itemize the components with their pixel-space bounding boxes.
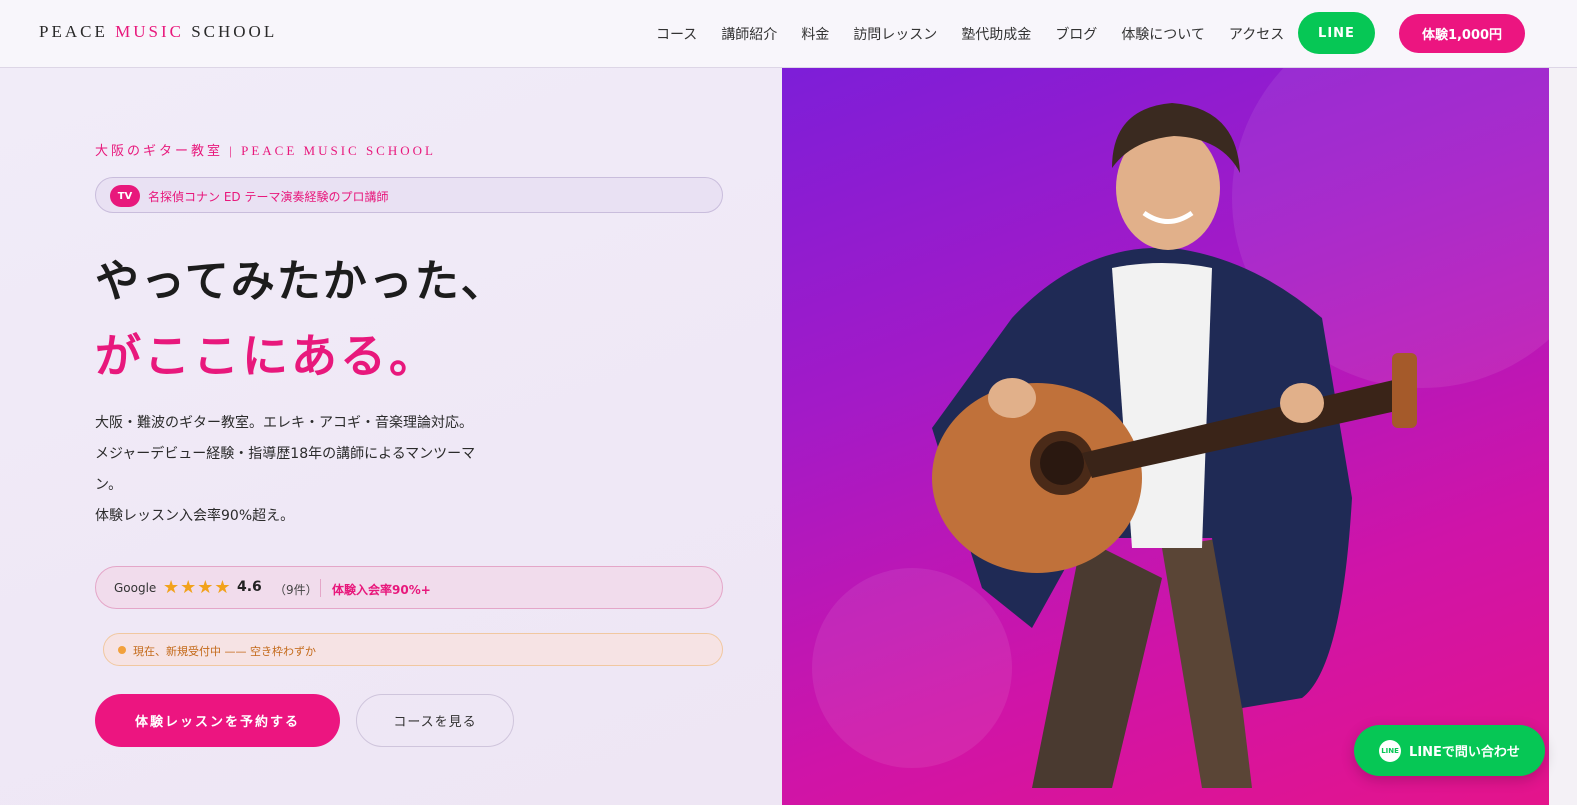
tv-feature-text: 名探偵コナン ED テーマ演奏経験のプロ講師	[148, 190, 389, 204]
description-line: ン。	[95, 477, 123, 493]
hero-eyebrow: 大阪のギター教室 | PEACE MUSIC SCHOOL	[95, 143, 436, 158]
site-logo[interactable]: PEACE MUSIC SCHOOL	[39, 22, 277, 42]
main-nav: コース 講師紹介 料金 訪問レッスン 塾代助成金 ブログ 体験について アクセス	[656, 24, 1284, 44]
rating-score: 4.6	[237, 579, 262, 595]
hero-photo	[782, 68, 1549, 805]
nav-item-blog[interactable]: ブログ	[1055, 24, 1097, 44]
tv-feature-badge: TV 名探偵コナン ED テーマ演奏経験のプロ講師	[95, 177, 723, 213]
rating-source: Google	[114, 581, 157, 595]
rating-divider	[320, 579, 321, 597]
review-count: （9件）	[274, 583, 318, 597]
description-line: 大阪・難波のギター教室。エレキ・アコギ・音楽理論対応。	[95, 415, 473, 431]
site-header: PEACE MUSIC SCHOOL コース 講師紹介 料金 訪問レッスン 塾代…	[0, 0, 1577, 68]
nav-item-access[interactable]: アクセス	[1229, 24, 1284, 44]
view-courses-button[interactable]: コースを見る	[356, 694, 514, 747]
line-contact-label: LINEで問い合わせ	[1409, 745, 1520, 760]
logo-text-peace: PEACE	[39, 22, 116, 41]
logo-text-school: SCHOOL	[183, 22, 278, 41]
hero-description: 大阪・難波のギター教室。エレキ・アコギ・音楽理論対応。 メジャーデビュー経験・指…	[95, 408, 485, 532]
availability-notice: 現在、新規受付中 —— 空き枠わずか	[103, 633, 723, 666]
nav-item-course[interactable]: コース	[656, 24, 697, 44]
line-button[interactable]: LINE	[1298, 12, 1375, 54]
trial-button[interactable]: 体験1,000円	[1399, 14, 1525, 53]
availability-text: 現在、新規受付中 —— 空き枠わずか	[133, 645, 316, 658]
nav-item-trial-info[interactable]: 体験について	[1121, 24, 1205, 44]
status-dot-icon	[118, 646, 126, 654]
page-right-gutter	[1549, 68, 1577, 805]
description-line: 体験レッスン入会率90%超え。	[95, 508, 295, 524]
join-rate-text: 体験入会率90%+	[332, 583, 431, 597]
hero-headline-line1: やってみたかった、	[95, 256, 507, 307]
logo-text-music: MUSIC	[115, 22, 184, 41]
nav-item-pricing[interactable]: 料金	[801, 24, 829, 44]
star-icon: ★★★★	[163, 577, 232, 598]
nav-item-instructors[interactable]: 講師紹介	[721, 24, 777, 44]
book-trial-button[interactable]: 体験レッスンを予約する	[95, 694, 340, 747]
line-icon: LINE	[1379, 739, 1402, 762]
description-line: メジャーデビュー経験・指導歴18年の講師によるマンツーマ	[95, 446, 476, 462]
guitar-instructor-photo	[932, 103, 1417, 788]
tv-icon: TV	[110, 185, 140, 207]
hero-headline-line2: がここにある。	[95, 329, 438, 383]
nav-item-subsidy[interactable]: 塾代助成金	[961, 24, 1031, 44]
line-contact-button[interactable]: LINE LINEで問い合わせ	[1354, 725, 1545, 776]
nav-item-home-lesson[interactable]: 訪問レッスン	[853, 24, 937, 44]
google-rating-badge: Google ★★★★ 4.6 （9件） 体験入会率90%+	[95, 566, 723, 609]
